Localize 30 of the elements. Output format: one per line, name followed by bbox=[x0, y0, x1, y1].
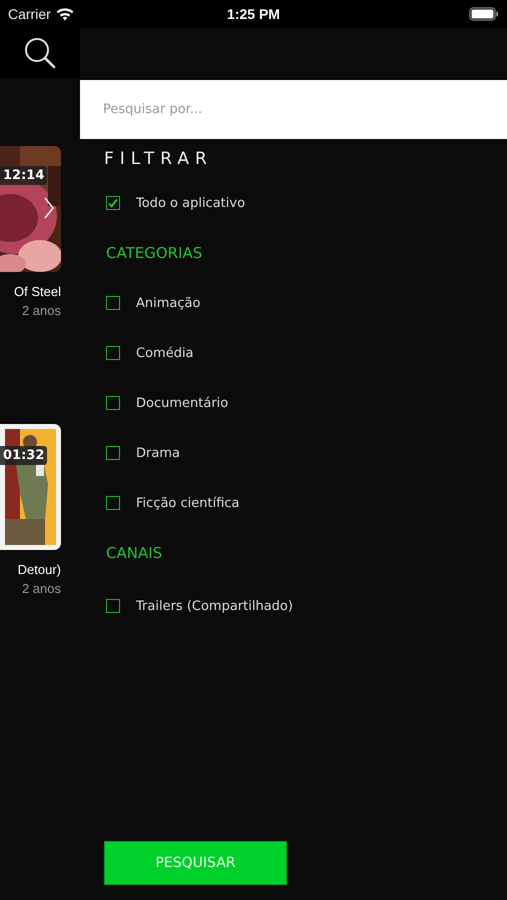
filter-option[interactable]: Animação bbox=[136, 296, 200, 310]
section-header: CATEGORIAS bbox=[106, 243, 204, 264]
checkbox[interactable] bbox=[106, 196, 120, 210]
section-header: CANAIS bbox=[106, 543, 164, 564]
video-age: 2 anos bbox=[22, 581, 61, 596]
carrier-name: Carrier bbox=[8, 6, 51, 22]
video-title: Detour) bbox=[18, 562, 61, 577]
filter-option[interactable]: Trailers (Compartilhado) bbox=[136, 598, 293, 614]
duration-badge: 12:14 bbox=[0, 166, 48, 185]
checkbox[interactable] bbox=[106, 346, 120, 360]
filter-option[interactable]: Ficção científica bbox=[136, 496, 240, 510]
filter-option[interactable]: Comédia bbox=[136, 346, 194, 360]
video-age: 2 anos bbox=[22, 303, 61, 318]
search-field[interactable]: Pesquisar por... bbox=[80, 80, 507, 139]
chevron-right-icon[interactable] bbox=[43, 196, 55, 220]
checkbox[interactable] bbox=[106, 296, 120, 310]
checkbox[interactable] bbox=[106, 496, 120, 510]
filter-option[interactable]: Todo o aplicativo bbox=[136, 196, 246, 210]
duration-badge: 01:32 bbox=[0, 446, 48, 465]
filter-option[interactable]: Documentário bbox=[136, 396, 228, 410]
wifi-icon bbox=[56, 8, 74, 20]
video-title: Of Steel bbox=[14, 284, 61, 299]
checkbox[interactable] bbox=[106, 446, 120, 460]
search-icon[interactable] bbox=[23, 36, 57, 70]
filter-option[interactable]: Drama bbox=[136, 446, 180, 460]
checkbox[interactable] bbox=[106, 599, 120, 613]
checkbox[interactable] bbox=[106, 396, 120, 410]
battery-icon bbox=[469, 7, 499, 21]
status-time: 1:25 PM bbox=[227, 6, 280, 22]
filter-title: FILTRAR bbox=[104, 149, 214, 169]
